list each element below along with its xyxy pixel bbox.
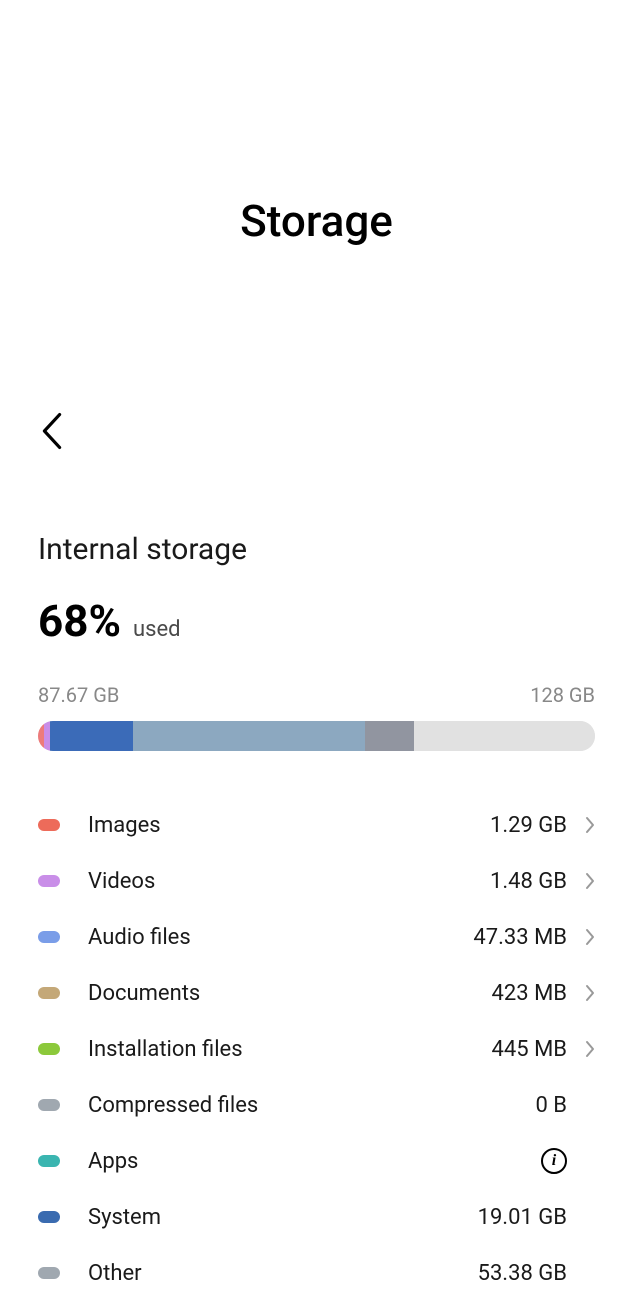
category-chevron [567,984,595,1002]
bar-segment [44,721,51,751]
total-size: 128 GB [530,683,595,707]
chevron-right-icon [585,872,595,890]
info-icon[interactable]: i [541,1148,567,1174]
category-chevron [567,872,595,890]
category-label: Installation files [88,1037,492,1062]
category-label: Other [88,1261,478,1286]
category-row: Compressed files0 B [38,1077,595,1133]
back-icon [38,412,66,450]
category-label: Apps [88,1149,541,1174]
category-size: 445 MB [492,1037,567,1062]
category-row[interactable]: Appsi [38,1133,595,1189]
category-size: 53.38 GB [478,1261,567,1286]
category-color-dot [38,931,60,943]
category-label: Compressed files [88,1093,535,1118]
category-label: Videos [88,869,490,894]
bar-segment [414,721,594,751]
percent-value: 68% [38,595,121,647]
back-button[interactable] [0,412,633,532]
chevron-right-icon [585,816,595,834]
category-size: 423 MB [492,981,567,1006]
category-label: Images [88,813,490,838]
bar-segment [365,721,415,751]
category-color-dot [38,1155,60,1167]
page-title: Storage [0,0,633,412]
category-row[interactable]: Installation files445 MB [38,1021,595,1077]
category-row[interactable]: Audio files47.33 MB [38,909,595,965]
bar-segment [133,721,365,751]
category-row[interactable]: Documents423 MB [38,965,595,1021]
storage-bar [38,721,595,751]
used-size: 87.67 GB [38,683,119,707]
percent-label: used [133,617,181,642]
category-color-dot [38,1211,60,1223]
bar-segment [50,721,132,751]
category-color-dot [38,1043,60,1055]
category-label: System [88,1205,478,1230]
category-color-dot [38,987,60,999]
category-label: Documents [88,981,492,1006]
category-color-dot [38,1099,60,1111]
category-size: 47.33 MB [473,925,567,950]
category-row[interactable]: Images1.29 GB [38,797,595,853]
percent-used-row: 68% used [38,595,595,647]
category-chevron [567,816,595,834]
category-color-dot [38,1267,60,1279]
category-label: Audio files [88,925,473,950]
size-row: 87.67 GB 128 GB [38,683,595,707]
category-chevron [567,928,595,946]
category-row[interactable]: Videos1.48 GB [38,853,595,909]
category-size: 19.01 GB [478,1205,567,1230]
category-size: 1.29 GB [490,813,567,838]
chevron-right-icon [585,928,595,946]
category-color-dot [38,875,60,887]
category-size: 0 B [535,1093,567,1118]
category-size: 1.48 GB [490,869,567,894]
category-color-dot [38,819,60,831]
chevron-right-icon [585,1040,595,1058]
chevron-right-icon [585,984,595,1002]
section-title: Internal storage [38,532,595,567]
category-row: Other53.38 GB [38,1245,595,1301]
category-list: Images1.29 GBVideos1.48 GBAudio files47.… [38,797,595,1301]
category-row: System19.01 GB [38,1189,595,1245]
category-chevron [567,1040,595,1058]
